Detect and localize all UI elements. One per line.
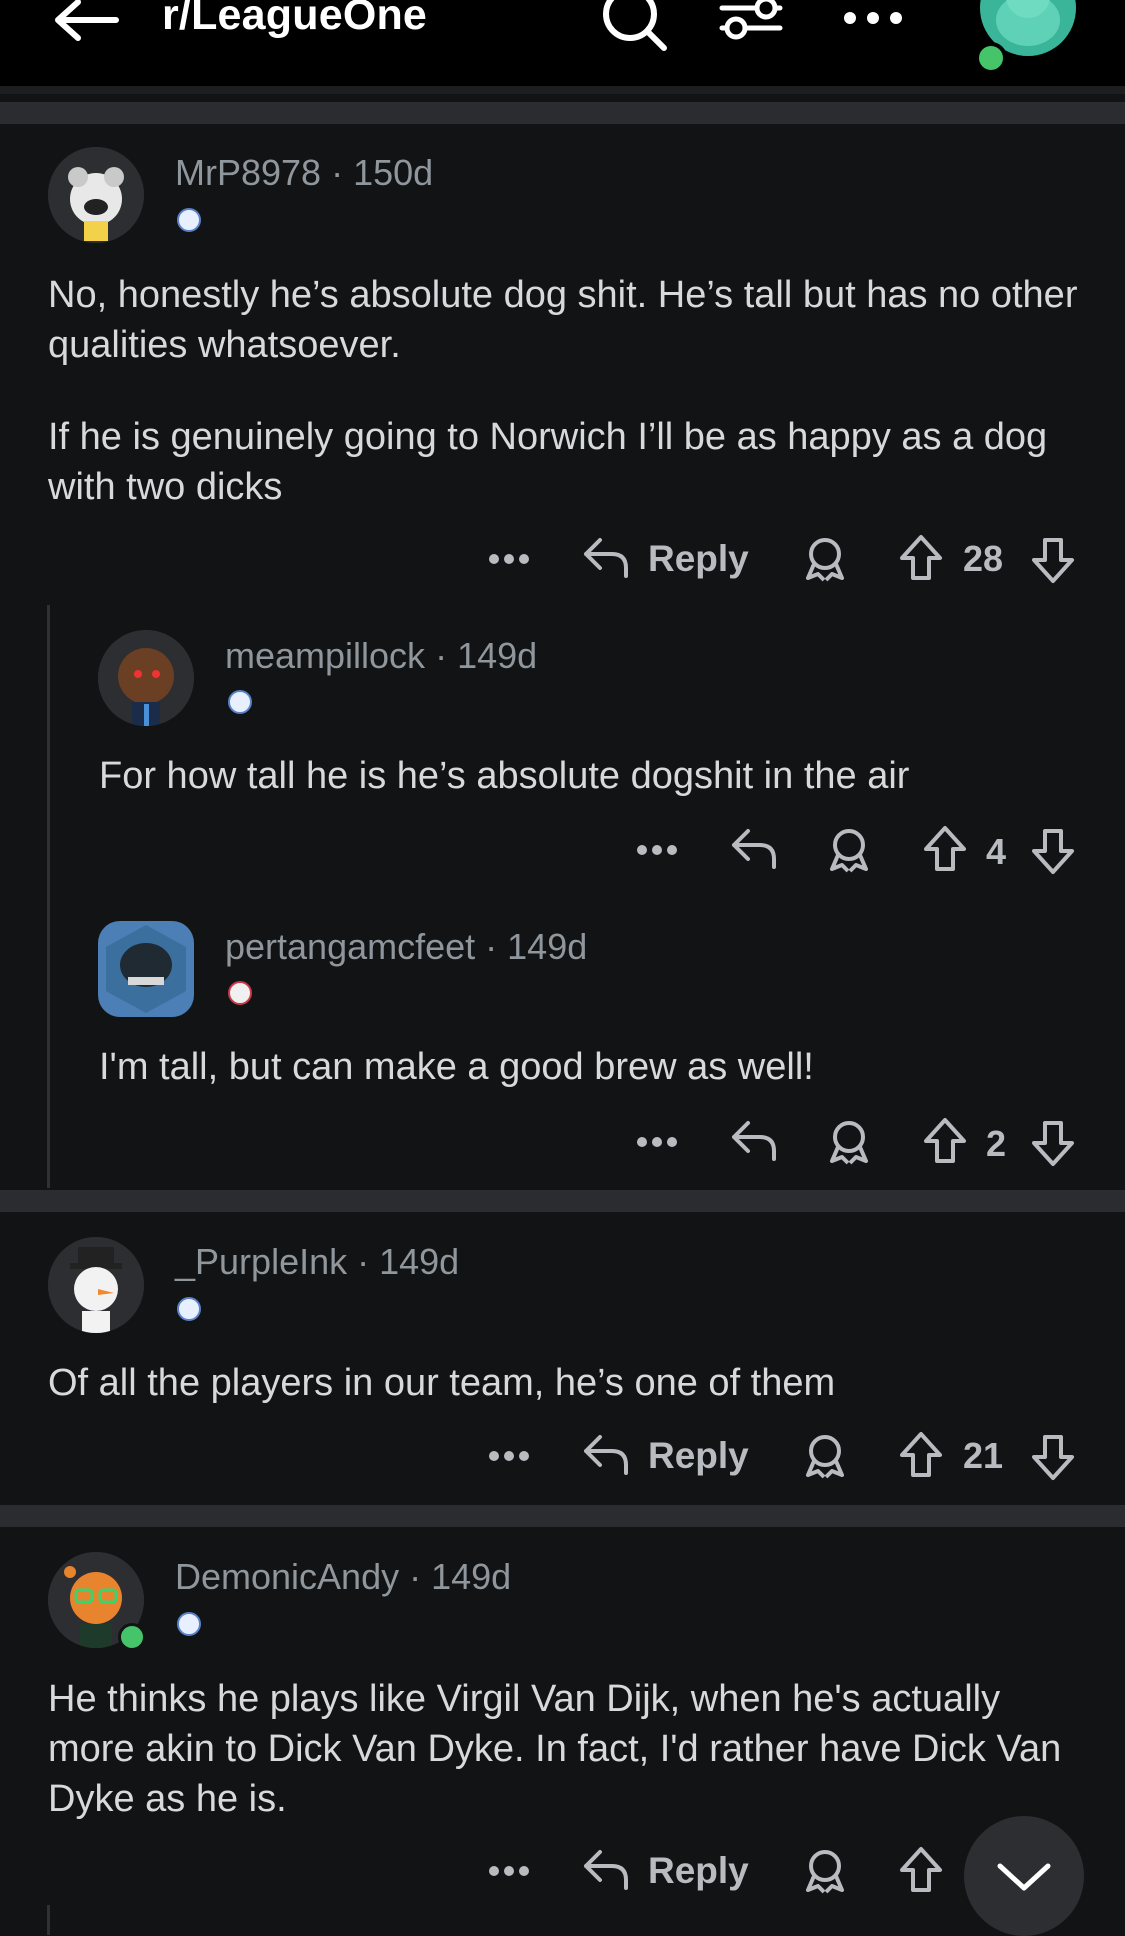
vote-count: 28: [963, 538, 1004, 579]
online-status-dot: [975, 42, 1007, 74]
comment-actions: Reply 28: [0, 530, 1125, 590]
subreddit-title[interactable]: r/LeagueOne: [162, 0, 427, 40]
username[interactable]: meampillock: [225, 635, 425, 676]
comment-paragraph: No, honestly he’s absolute dog shit. He’…: [48, 274, 1078, 366]
upvote-icon[interactable]: [898, 1431, 944, 1479]
username[interactable]: MrP8978: [175, 152, 321, 193]
upvote-icon[interactable]: [898, 1846, 944, 1894]
comment-meta: DemonicAndy · 149d: [175, 1556, 512, 1597]
avatar[interactable]: [98, 630, 194, 726]
scroll-down-button[interactable]: [964, 1816, 1084, 1936]
comment-body: I'm tall, but can make a good brew as we…: [99, 1042, 1089, 1092]
comment-age: 149d: [431, 1556, 512, 1597]
comment-body: He thinks he plays like Virgil Van Dijk,…: [48, 1674, 1088, 1824]
upvote-icon[interactable]: [922, 825, 968, 873]
comment-paragraph: For how tall he is he’s absolute dogshit…: [99, 755, 910, 797]
upvote-icon[interactable]: [898, 534, 944, 582]
separator: [0, 102, 1125, 124]
comment-paragraph: He thinks he plays like Virgil Van Dijk,…: [48, 1678, 1062, 1820]
comment-body: Of all the players in our team, he’s one…: [48, 1358, 1088, 1408]
reply-icon[interactable]: [582, 536, 630, 580]
comment-paragraph: I'm tall, but can make a good brew as we…: [99, 1046, 814, 1088]
reply-icon[interactable]: [730, 1119, 778, 1163]
chevron-down-icon: [997, 1863, 1051, 1891]
reply-icon[interactable]: [582, 1848, 630, 1892]
header-shadow: [0, 86, 1125, 94]
filter-icon[interactable]: [718, 0, 788, 52]
comment-actions: 4: [0, 825, 1125, 885]
comment-paragraph: Of all the players in our team, he’s one…: [48, 1362, 836, 1404]
downvote-icon[interactable]: [1030, 1433, 1076, 1481]
more-icon[interactable]: [842, 8, 904, 28]
search-icon[interactable]: [598, 0, 668, 52]
comment-age: 149d: [379, 1241, 460, 1282]
comment-age: 150d: [353, 152, 434, 193]
avatar[interactable]: [48, 147, 144, 243]
comment-meta: MrP8978 · 150d: [175, 152, 434, 193]
vote-count: 2: [986, 1123, 1007, 1164]
comment-age: 149d: [507, 926, 588, 967]
user-flair-badge: [177, 208, 201, 232]
separator: [0, 1190, 1125, 1212]
user-flair-badge: [177, 1297, 201, 1321]
username[interactable]: _PurpleInk: [175, 1241, 347, 1282]
username[interactable]: pertangamcfeet: [225, 926, 475, 967]
reply-button[interactable]: Reply: [648, 1850, 749, 1892]
comment-meta: _PurpleInk · 149d: [175, 1241, 460, 1282]
vote-count: 21: [963, 1435, 1004, 1476]
comment-paragraph: If he is genuinely going to Norwich I’ll…: [48, 416, 1048, 508]
top-bar: r/LeagueOne: [0, 0, 1125, 86]
user-flair-badge: [228, 981, 252, 1005]
comment-meta: meampillock · 149d: [225, 635, 538, 676]
more-options-icon[interactable]: [488, 1864, 530, 1878]
downvote-icon[interactable]: [1030, 536, 1076, 584]
comment-body: For how tall he is he’s absolute dogshit…: [99, 751, 1089, 801]
award-icon[interactable]: [802, 1433, 848, 1479]
more-options-icon[interactable]: [488, 552, 530, 566]
award-icon[interactable]: [802, 536, 848, 582]
thread-line[interactable]: [47, 605, 50, 1188]
reply-button[interactable]: Reply: [648, 538, 749, 580]
avatar[interactable]: [98, 921, 194, 1017]
user-flair-badge: [177, 1612, 201, 1636]
more-options-icon[interactable]: [636, 1135, 678, 1149]
comment-actions: Reply: [0, 1842, 1125, 1902]
award-icon[interactable]: [802, 1848, 848, 1894]
reply-button[interactable]: Reply: [648, 1435, 749, 1477]
back-arrow-icon[interactable]: [50, 0, 120, 50]
more-options-icon[interactable]: [636, 843, 678, 857]
downvote-icon[interactable]: [1030, 827, 1076, 875]
separator: [0, 1505, 1125, 1527]
reply-icon[interactable]: [730, 827, 778, 871]
downvote-icon[interactable]: [1030, 1119, 1076, 1167]
online-status-dot: [118, 1623, 146, 1651]
comment-actions: 2: [0, 1117, 1125, 1177]
username[interactable]: DemonicAndy: [175, 1556, 399, 1597]
reply-icon[interactable]: [582, 1433, 630, 1477]
avatar[interactable]: [48, 1237, 144, 1333]
comment-age: 149d: [457, 635, 538, 676]
award-icon[interactable]: [826, 1119, 872, 1165]
comment-actions: Reply 21: [0, 1427, 1125, 1487]
thread-line[interactable]: [47, 1905, 50, 1935]
more-options-icon[interactable]: [488, 1449, 530, 1463]
comment-body: No, honestly he’s absolute dog shit. He’…: [48, 270, 1088, 512]
comment-meta: pertangamcfeet · 149d: [225, 926, 588, 967]
award-icon[interactable]: [826, 827, 872, 873]
user-flair-badge: [228, 690, 252, 714]
upvote-icon[interactable]: [922, 1117, 968, 1165]
vote-count: 4: [986, 831, 1007, 872]
